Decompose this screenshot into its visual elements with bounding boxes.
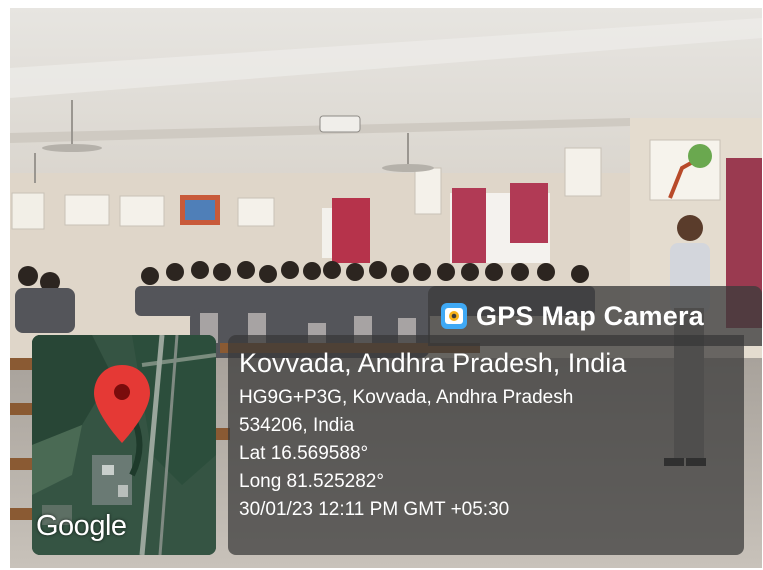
longitude-text: Long 81.525282°	[239, 471, 384, 492]
map-thumbnail: Google	[32, 335, 216, 555]
timestamp-text: 30/01/23 12:11 PM GMT +05:30	[239, 499, 510, 520]
google-logo: Google	[36, 510, 127, 542]
location-title: Kovvada, Andhra Pradesh, India	[239, 348, 627, 378]
gps-map-camera-icon	[441, 303, 467, 329]
address-line-2: 534206, India	[239, 415, 355, 436]
latitude-text: Lat 16.569588°	[239, 443, 369, 464]
location-text-block: Kovvada, Andhra Pradesh, India HG9G+P3G,…	[239, 346, 626, 524]
photo-frame: GPS Map Camera Google Kovvada, Andhra Pr…	[10, 8, 762, 568]
address-line-1: HG9G+P3G, Kovvada, Andhra Pradesh	[239, 387, 574, 408]
app-name: GPS Map Camera	[476, 300, 704, 331]
